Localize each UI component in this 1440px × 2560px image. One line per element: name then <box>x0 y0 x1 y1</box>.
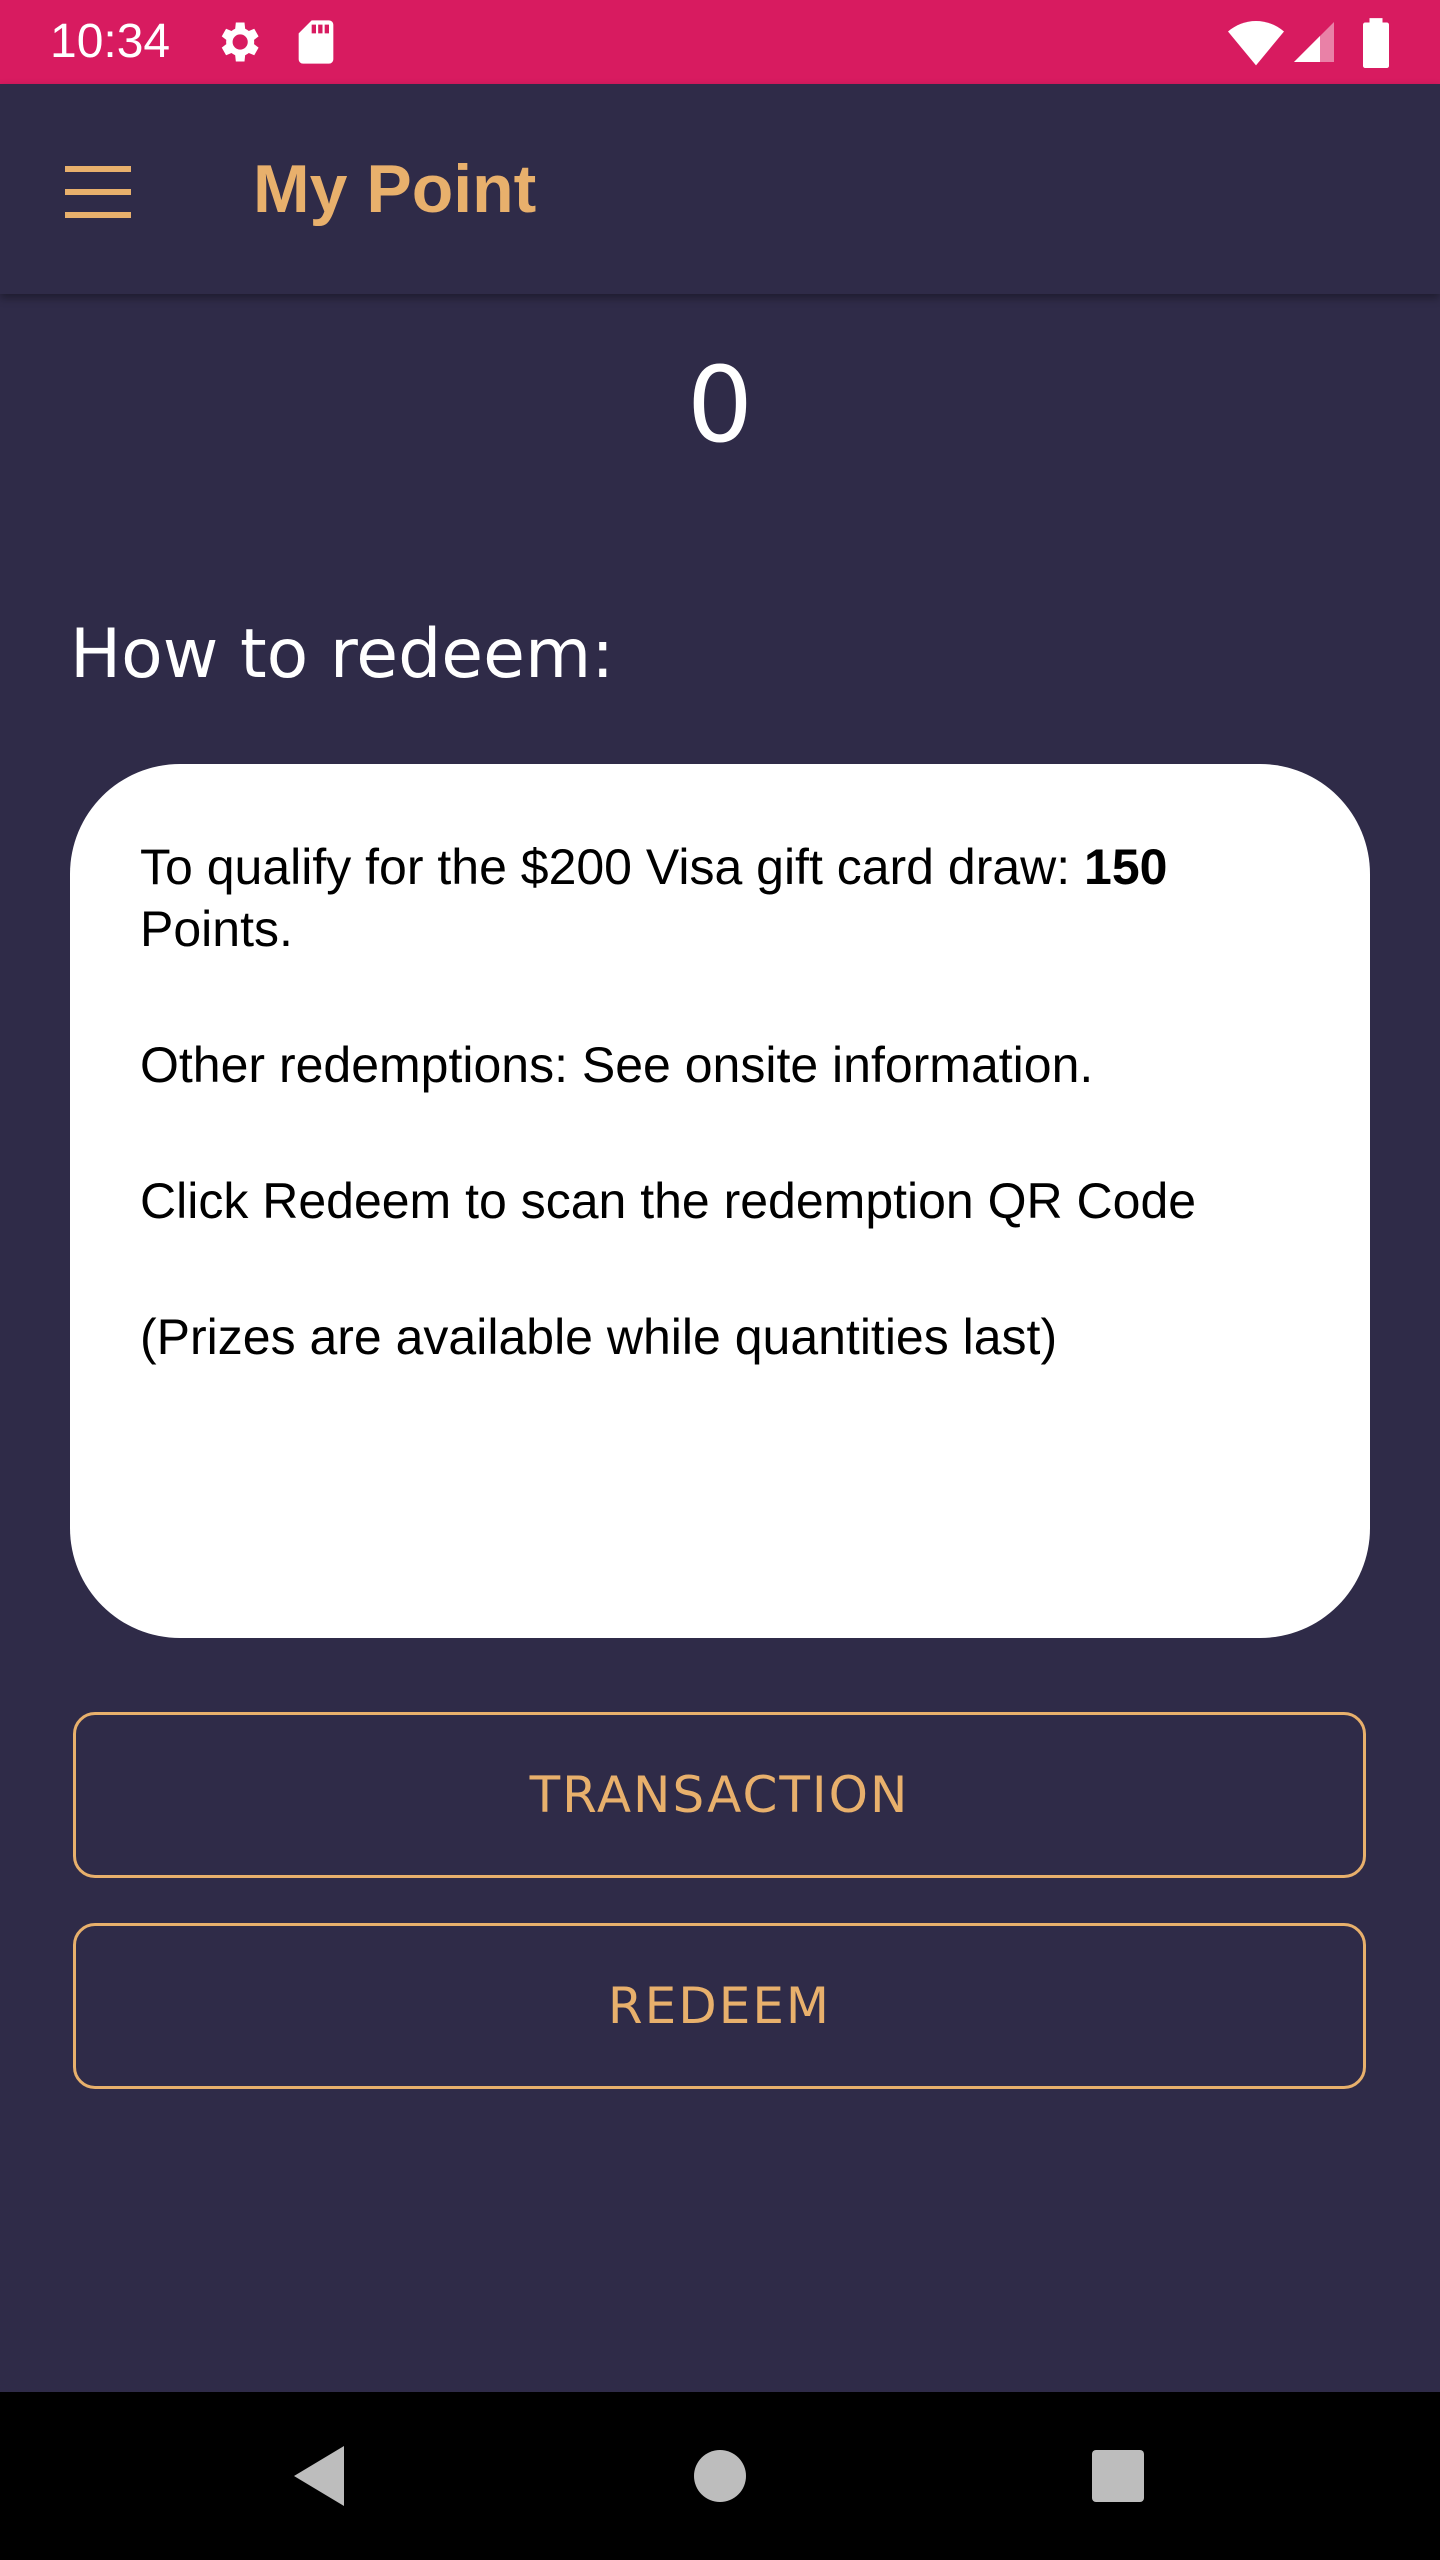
signal-icon <box>1290 16 1342 68</box>
menu-button[interactable] <box>40 134 156 250</box>
status-time: 10:34 <box>50 15 171 68</box>
transaction-button[interactable]: TRANSACTION <box>73 1712 1366 1878</box>
app-bar: My Point <box>0 84 1440 294</box>
hamburger-menu-icon <box>65 166 131 218</box>
back-icon[interactable] <box>270 2426 370 2526</box>
requirement-prefix: To qualify for the $200 Visa gift card d… <box>140 839 1085 895</box>
requirement-suffix: Points. <box>140 901 293 957</box>
points-value: 0 <box>686 344 754 466</box>
redeem-info-card: To qualify for the $200 Visa gift card d… <box>70 764 1370 1638</box>
wifi-icon <box>1228 16 1284 68</box>
system-nav-bar <box>0 2392 1440 2560</box>
page-title: My Point <box>253 151 537 227</box>
redeem-heading: How to redeem: <box>70 615 615 694</box>
status-bar: 10:34 <box>0 0 1440 84</box>
redeem-button[interactable]: REDEEM <box>73 1923 1366 2089</box>
other-redemptions-text: Other redemptions: See onsite informatio… <box>140 1037 1094 1093</box>
battery-icon <box>1358 16 1394 69</box>
gift-card-requirement-text: To qualify for the $200 Visa gift card d… <box>140 836 1300 960</box>
home-icon[interactable] <box>670 2426 770 2526</box>
sd-card-icon <box>290 16 342 68</box>
requirement-points: 150 <box>1084 839 1168 895</box>
scan-instruction-text: Click Redeem to scan the redemption QR C… <box>140 1173 1197 1229</box>
recents-icon[interactable] <box>1068 2426 1168 2526</box>
settings-icon <box>212 16 264 68</box>
prize-availability-text: (Prizes are available while quantities l… <box>140 1309 1058 1365</box>
